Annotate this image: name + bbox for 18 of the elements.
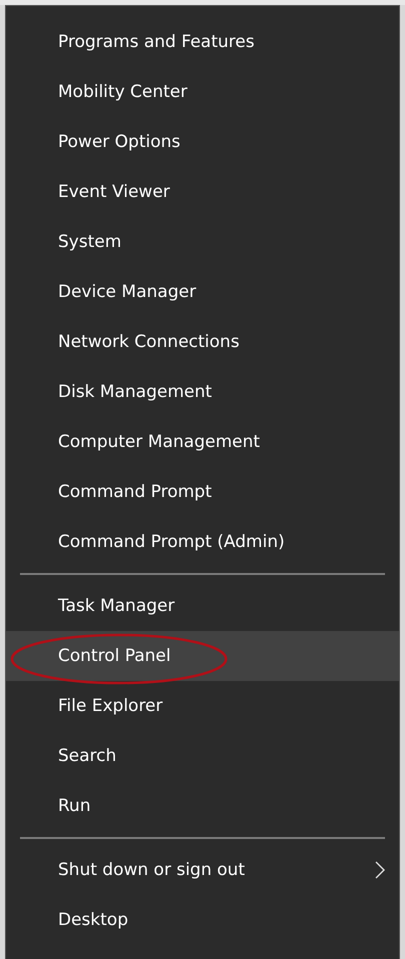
menu-item[interactable]: Network Connections [6, 317, 399, 367]
menu-item[interactable]: Command Prompt (Admin) [6, 517, 399, 567]
chevron-right-icon [375, 861, 385, 879]
menu-item[interactable]: Event Viewer [6, 167, 399, 217]
menu-item[interactable]: Device Manager [6, 267, 399, 317]
menu-item[interactable]: Disk Management [6, 367, 399, 417]
menu-item[interactable]: System [6, 217, 399, 267]
menu-item[interactable]: Run [6, 781, 399, 831]
menu-item[interactable]: Programs and Features [6, 17, 399, 67]
menu-item[interactable]: Desktop [6, 895, 399, 945]
menu-item[interactable]: Search [6, 731, 399, 781]
menu-item[interactable]: Shut down or sign out [6, 845, 399, 895]
menu-item[interactable]: Task Manager [6, 581, 399, 631]
menu-item[interactable]: Mobility Center [6, 67, 399, 117]
menu-item[interactable]: File Explorer [6, 681, 399, 731]
menu-item[interactable]: Command Prompt [6, 467, 399, 517]
menu-item[interactable]: Computer Management [6, 417, 399, 467]
menu-item[interactable]: Power Options [6, 117, 399, 167]
